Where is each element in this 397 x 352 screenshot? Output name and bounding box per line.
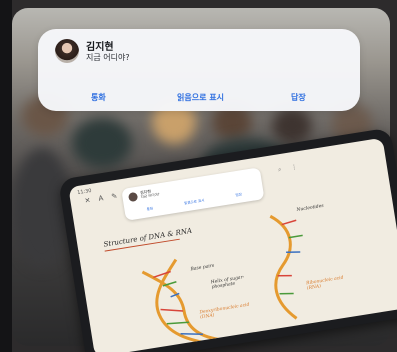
call-button[interactable]: 통화 [91, 92, 106, 103]
message-preview: 지금 어디야? [86, 53, 130, 62]
nucleotide [288, 234, 303, 239]
student-head [272, 108, 312, 144]
nucleotide [281, 219, 297, 226]
reply-button[interactable]: 답장 [291, 92, 306, 103]
nucleotide [277, 274, 292, 277]
mark-as-read-button[interactable]: 읽음으로 표시 [177, 92, 224, 103]
base-pair [160, 308, 184, 312]
sender-name: 김지현 [86, 42, 114, 53]
nucleotide [279, 292, 294, 295]
left-screen-edge [0, 0, 12, 352]
rna-strand [269, 214, 298, 320]
base-pair [166, 321, 189, 325]
lockscreen-wallpaper: 김지현 지금 어디야? 통화 읽음으로 표시 답장 11:30 ✕ A ✎ 김지… [0, 0, 397, 352]
base-pair [153, 270, 171, 278]
sender-avatar [55, 39, 79, 63]
message-notification[interactable]: 김지현 지금 어디야? 통화 읽음으로 표시 답장 [38, 29, 360, 111]
seat-row [72, 118, 132, 168]
